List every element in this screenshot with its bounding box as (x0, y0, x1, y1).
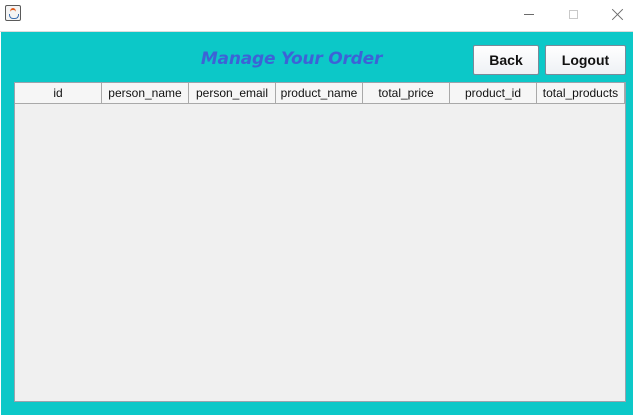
column-header-person-name[interactable]: person_name (102, 83, 189, 103)
maximize-icon[interactable] (551, 0, 595, 28)
column-header-product-id[interactable]: product_id (450, 83, 537, 103)
window-titlebar (0, 0, 633, 31)
column-header-person-email[interactable]: person_email (189, 83, 276, 103)
column-header-id[interactable]: id (15, 83, 102, 103)
minimize-icon[interactable] (507, 0, 551, 28)
logout-button[interactable]: Logout (545, 45, 626, 75)
column-header-total-price[interactable]: total_price (363, 83, 450, 103)
close-icon[interactable] (596, 0, 633, 28)
java-cup-icon (5, 5, 21, 21)
table-header: id person_name person_email product_name… (15, 83, 625, 104)
orders-table[interactable]: id person_name person_email product_name… (14, 82, 626, 402)
column-header-product-name[interactable]: product_name (276, 83, 363, 103)
page-title: Manage Your Order (200, 49, 383, 69)
back-button[interactable]: Back (473, 45, 539, 75)
column-header-total-products[interactable]: total_products (537, 83, 625, 103)
table-body[interactable] (15, 104, 625, 401)
